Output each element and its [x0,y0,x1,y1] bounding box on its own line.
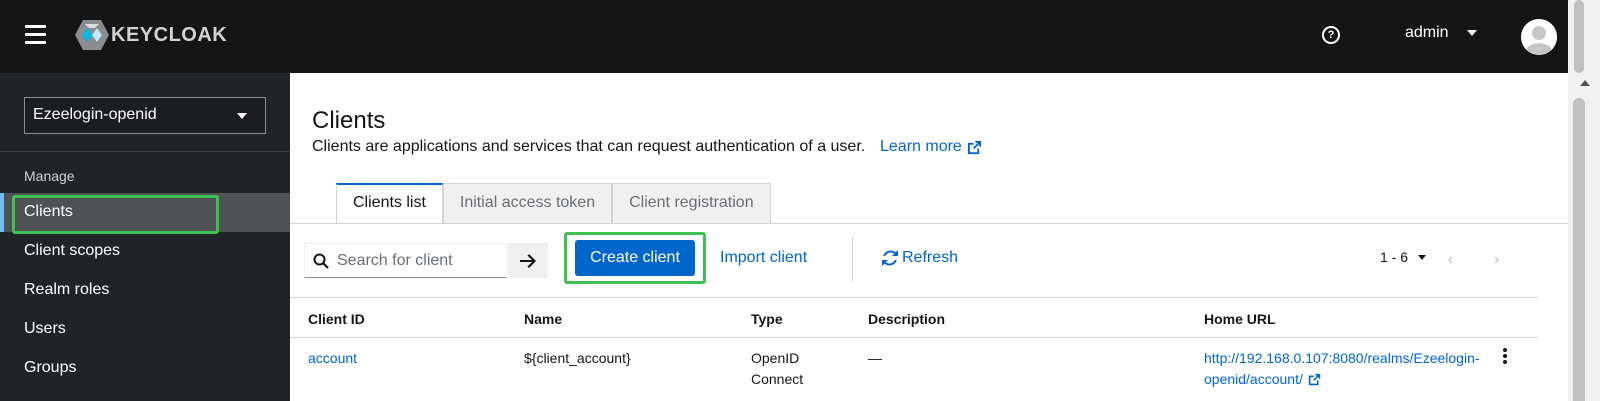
sidebar-item-label: Clients [24,203,73,220]
refresh-icon [882,250,898,266]
scrollbar-track-top [1574,0,1584,73]
keycloak-logo-icon [75,20,109,50]
sidebar-item-groups[interactable]: Groups [0,349,290,388]
external-link-icon [967,140,981,154]
tab-clients-list[interactable]: Clients list [336,183,443,223]
search-input[interactable] [337,251,497,270]
keycloak-logo: KEYCLOAK [75,18,227,52]
client-id-link[interactable]: account [308,348,357,369]
learn-more-label: Learn more [880,138,962,155]
client-type: OpenID Connect [751,348,803,390]
search-box [304,243,507,278]
sidebar-item-label: Groups [24,359,77,376]
column-header-type[interactable]: Type [751,311,783,327]
next-page-icon[interactable]: › [1494,251,1499,269]
search-submit-button[interactable] [508,243,548,278]
search-icon [313,253,329,269]
page-title: Clients [312,107,386,134]
table-top-border [290,297,1538,298]
column-header-name[interactable]: Name [524,311,562,327]
home-url-line: openid/account/ [1204,371,1303,387]
home-url-line: http://192.168.0.107:8080/realms/Ezeelog… [1204,350,1480,366]
tab-client-registration[interactable]: Client registration [612,183,771,223]
tabs-divider [290,223,1568,224]
row-actions-kebab-icon[interactable] [1503,348,1507,366]
toolbar-divider [852,237,853,281]
arrow-right-icon [520,253,536,268]
realm-name: Ezeelogin-openid [33,106,157,123]
avatar[interactable] [1521,19,1557,55]
home-url-link[interactable]: http://192.168.0.107:8080/realms/Ezeelog… [1204,348,1480,390]
import-client-button[interactable]: Import client [720,249,807,267]
client-type-line: OpenID [751,350,800,366]
sidebar: Ezeelogin-openid Manage Clients Client s… [0,73,290,401]
main-content: Clients Clients are applications and ser… [290,73,1568,401]
page-description: Clients are applications and services th… [312,138,866,155]
sidebar-item-client-scopes[interactable]: Client scopes [0,232,290,271]
chevron-down-icon [1466,30,1477,36]
chevron-down-icon [237,113,247,119]
scroll-up-arrow-icon[interactable] [1580,80,1590,86]
user-menu[interactable]: admin [1405,24,1477,42]
sidebar-item-label: Client scopes [24,242,121,259]
client-type-line: Connect [751,371,804,387]
logo-text: KEYCLOAK [111,23,228,46]
previous-page-icon[interactable]: ‹ [1448,251,1453,269]
help-icon[interactable]: ? [1322,26,1340,44]
sidebar-item-clients[interactable]: Clients [0,193,290,232]
tab-initial-access-token[interactable]: Initial access token [442,183,613,223]
realm-selector[interactable]: Ezeelogin-openid [24,97,266,134]
nav-divider [0,151,290,152]
column-header-description[interactable]: Description [868,311,945,327]
username: admin [1405,24,1449,41]
create-client-button[interactable]: Create client [575,240,695,276]
sidebar-item-users[interactable]: Users [0,310,290,349]
refresh-label: Refresh [902,249,959,266]
scrollbar-thumb[interactable] [1573,98,1585,401]
table-header-border [290,337,1538,338]
home-url-line-wrap: openid/account/ [1204,369,1480,390]
client-name: ${client_account} [524,350,631,366]
column-header-client-id[interactable]: Client ID [308,311,365,327]
nav-section-manage: Manage [24,168,75,184]
tabs: Clients list Initial access token Client… [336,183,771,223]
external-link-icon [1308,373,1321,386]
refresh-button[interactable]: Refresh [882,249,958,267]
column-header-home-url[interactable]: Home URL [1204,311,1276,327]
hamburger-menu-icon[interactable] [25,25,46,44]
sidebar-item-label: Realm roles [24,281,110,298]
chevron-down-icon [1418,254,1427,260]
pagination-toggle[interactable]: 1 - 6 [1380,249,1427,265]
user-avatar-icon [1521,19,1557,55]
learn-more-link[interactable]: Learn more [880,138,982,156]
masthead: KEYCLOAK ? admin [0,0,1568,73]
pagination-range: 1 - 6 [1380,249,1409,265]
client-description: — [868,350,882,366]
sidebar-item-label: Users [24,320,66,337]
sidebar-item-realm-roles[interactable]: Realm roles [0,271,290,310]
